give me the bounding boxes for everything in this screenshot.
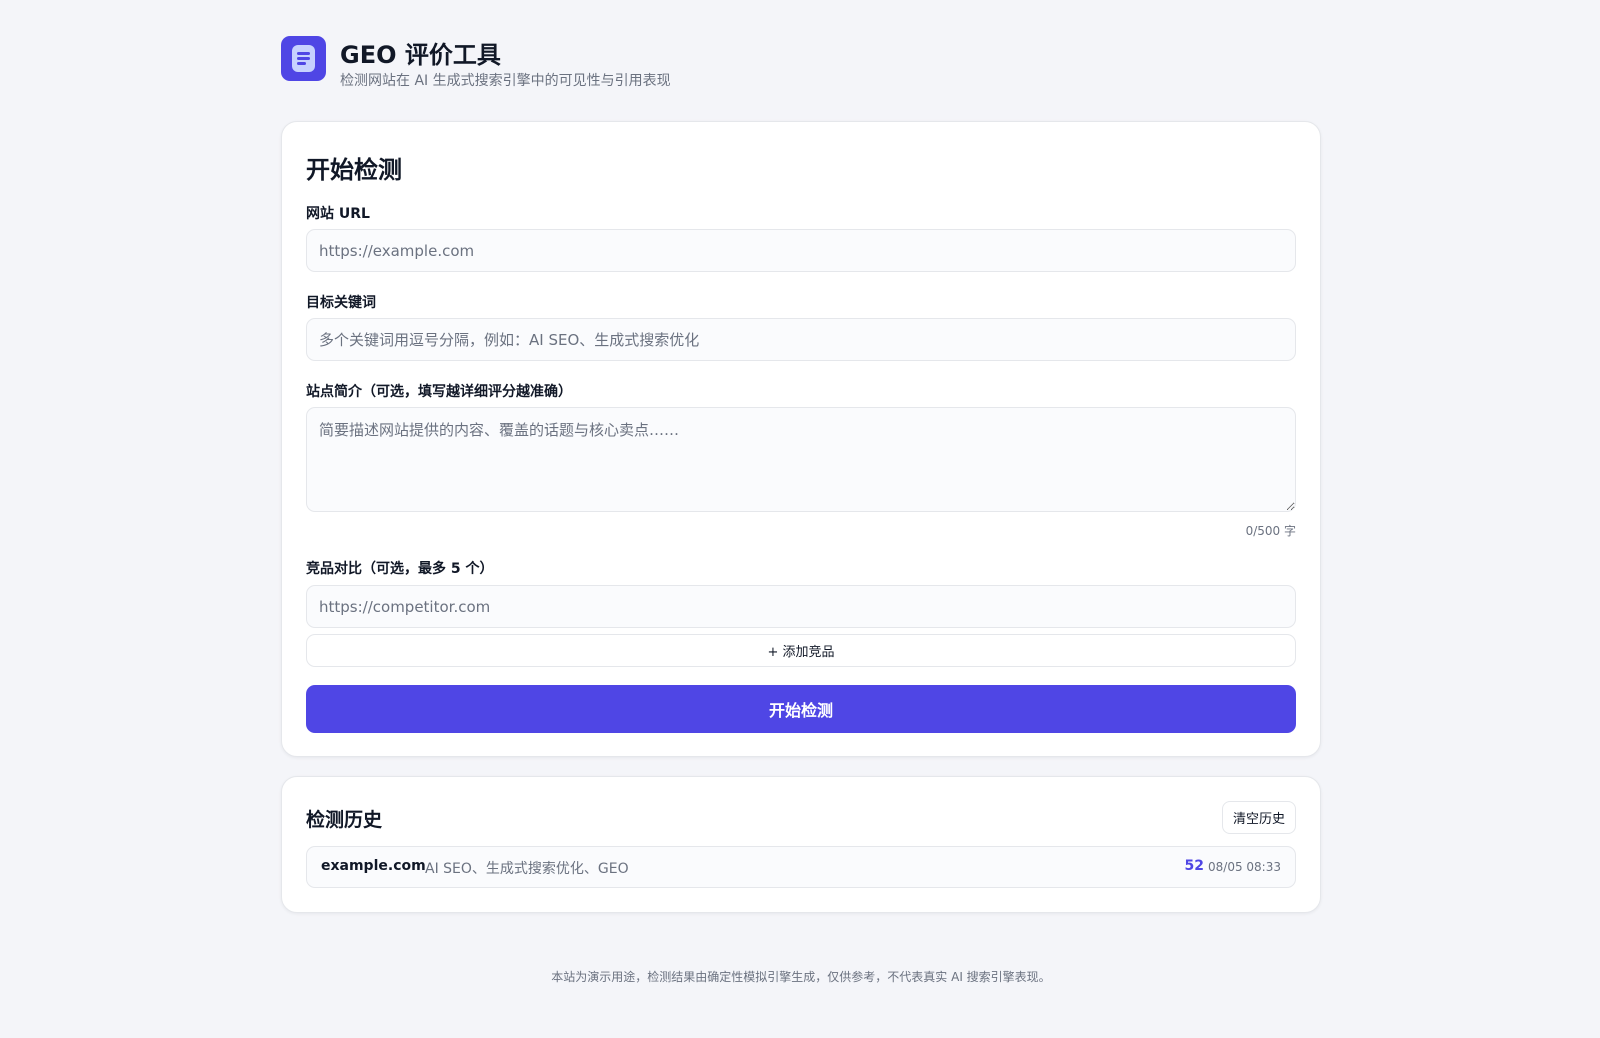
clear-history-button[interactable]: 清空历史 [1222, 801, 1296, 834]
competitor-input[interactable] [306, 585, 1296, 628]
history-domain: example.com [321, 858, 426, 874]
app-subtitle: 检测网站在 AI 生成式搜索引擎中的可见性与引用表现 [340, 73, 671, 89]
keywords-label: 目标关键词 [306, 295, 376, 311]
app-title: GEO 评价工具 [340, 41, 501, 69]
history-time: 08/05 08:33 [1208, 860, 1281, 874]
footer-disclaimer: 本站为演示用途，检测结果由确定性模拟引擎生成，仅供参考，不代表真实 AI 搜索引… [551, 970, 1051, 984]
history-score: 52 [1184, 858, 1204, 874]
url-label: 网站 URL [306, 206, 370, 222]
description-textarea[interactable] [306, 407, 1296, 512]
detection-form-card: 开始检测 网站 URL 目标关键词 站点简介（可选，填写越详细评分越准确） 0/… [281, 121, 1321, 757]
document-icon [281, 36, 326, 81]
history-keywords: AI SEO、生成式搜索优化、GEO [425, 861, 629, 877]
description-label: 站点简介（可选，填写越详细评分越准确） [306, 384, 572, 400]
history-title: 检测历史 [306, 809, 383, 831]
history-card: 检测历史 清空历史 example.com AI SEO、生成式搜索优化、GEO… [281, 776, 1321, 913]
add-competitor-button[interactable]: + 添加竞品 [306, 634, 1296, 667]
url-input[interactable] [306, 229, 1296, 272]
history-row[interactable]: example.com AI SEO、生成式搜索优化、GEO 52 08/05 … [306, 846, 1296, 888]
description-char-counter: 0/500 字 [1245, 524, 1296, 538]
form-title: 开始检测 [306, 156, 402, 184]
competitors-label: 竞品对比（可选，最多 5 个） [306, 561, 494, 577]
app-header: GEO 评价工具 检测网站在 AI 生成式搜索引擎中的可见性与引用表现 [281, 36, 1321, 92]
keywords-input[interactable] [306, 318, 1296, 361]
start-detection-button[interactable]: 开始检测 [306, 685, 1296, 733]
